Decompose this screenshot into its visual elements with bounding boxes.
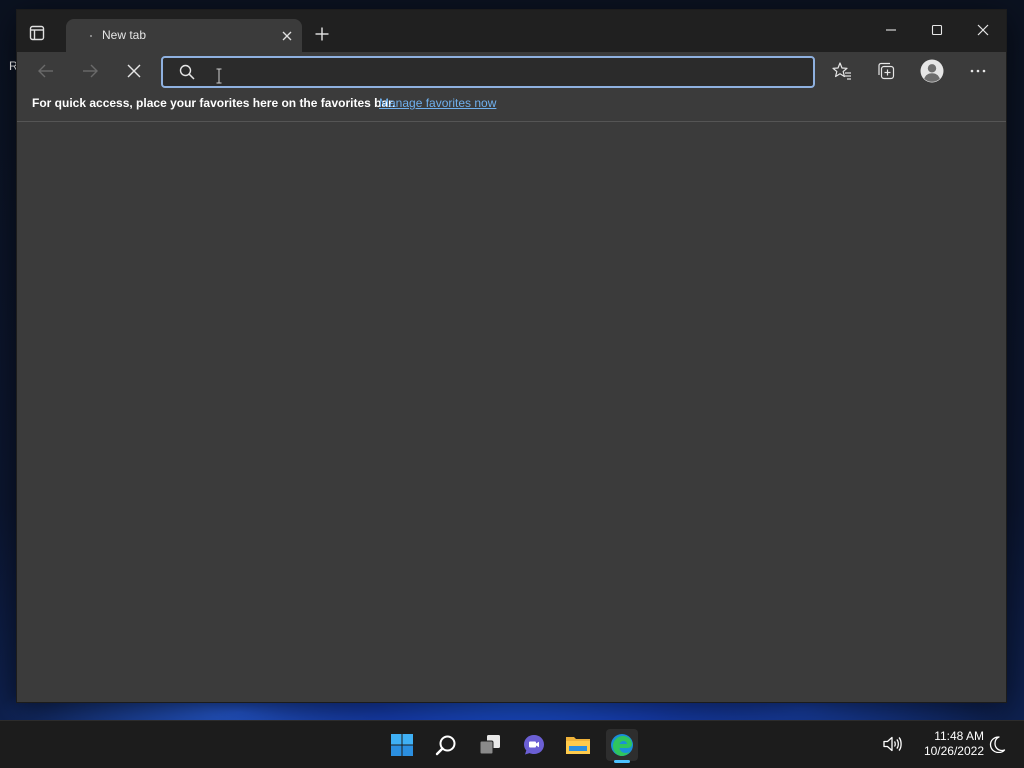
- address-input[interactable]: [205, 60, 799, 86]
- manage-favorites-link[interactable]: Manage favorites now: [379, 96, 496, 110]
- forward-button[interactable]: [79, 60, 101, 82]
- collections-button[interactable]: [875, 60, 897, 82]
- stop-loading-icon: [127, 64, 141, 78]
- maximize-icon: [931, 24, 943, 36]
- minimize-button[interactable]: [883, 22, 899, 38]
- tab-close-button[interactable]: [280, 29, 294, 43]
- browser-window: New tab For quick access, place your fav…: [17, 10, 1006, 702]
- text-cursor-icon: [216, 68, 222, 84]
- page-content: [17, 122, 1006, 702]
- edge-icon: [611, 734, 633, 756]
- tab-loading-icon: [90, 35, 92, 37]
- close-window-button[interactable]: [975, 22, 991, 38]
- settings-and-more-button[interactable]: [967, 60, 989, 82]
- maximize-button[interactable]: [929, 22, 945, 38]
- tab-actions-button[interactable]: [29, 25, 45, 41]
- stop-loading-button[interactable]: [123, 60, 145, 82]
- close-icon: [282, 31, 292, 41]
- navigation-toolbar: [17, 52, 1006, 90]
- chat-button[interactable]: [518, 729, 550, 761]
- back-button[interactable]: [35, 60, 57, 82]
- favorites-button[interactable]: [831, 60, 853, 82]
- minimize-icon: [886, 29, 896, 31]
- task-view-icon: [479, 735, 500, 755]
- address-bar[interactable]: [161, 56, 815, 88]
- profile-button[interactable]: [920, 59, 944, 83]
- favorites-bar: For quick access, place your favorites h…: [17, 90, 1006, 122]
- focus-assist-icon[interactable]: [988, 735, 1006, 753]
- active-app-indicator: [614, 760, 630, 763]
- task-view-button[interactable]: [474, 729, 506, 761]
- taskbar-clock[interactable]: 11:48 AM 10/26/2022: [908, 729, 984, 759]
- tab-actions-icon: [29, 25, 45, 41]
- collections-icon: [878, 62, 895, 80]
- title-bar: New tab: [17, 10, 1006, 52]
- more-options-icon: [970, 69, 986, 73]
- new-tab-button[interactable]: [313, 25, 331, 43]
- windows-start-icon: [391, 734, 413, 756]
- close-icon: [977, 24, 989, 36]
- tab-new-tab[interactable]: New tab: [66, 19, 302, 52]
- file-explorer-button[interactable]: [562, 729, 594, 761]
- tab-title: New tab: [102, 28, 147, 42]
- clock-time: 11:48 AM: [934, 729, 984, 743]
- file-explorer-icon: [566, 737, 590, 754]
- profile-icon: [920, 59, 944, 83]
- favorites-bar-message: For quick access, place your favorites h…: [32, 96, 396, 110]
- plus-icon: [315, 27, 329, 41]
- chat-icon: [524, 735, 544, 755]
- search-icon: [179, 64, 195, 80]
- back-arrow-icon: [38, 64, 53, 78]
- search-icon: [435, 735, 456, 756]
- taskbar: [0, 720, 1024, 768]
- forward-arrow-icon: [83, 64, 98, 78]
- taskbar-search-button[interactable]: [430, 729, 462, 761]
- volume-icon[interactable]: [882, 735, 902, 753]
- edge-taskbar-button[interactable]: [606, 729, 638, 761]
- start-button[interactable]: [386, 729, 418, 761]
- clock-date: 10/26/2022: [923, 744, 984, 758]
- favorites-icon: [832, 62, 851, 80]
